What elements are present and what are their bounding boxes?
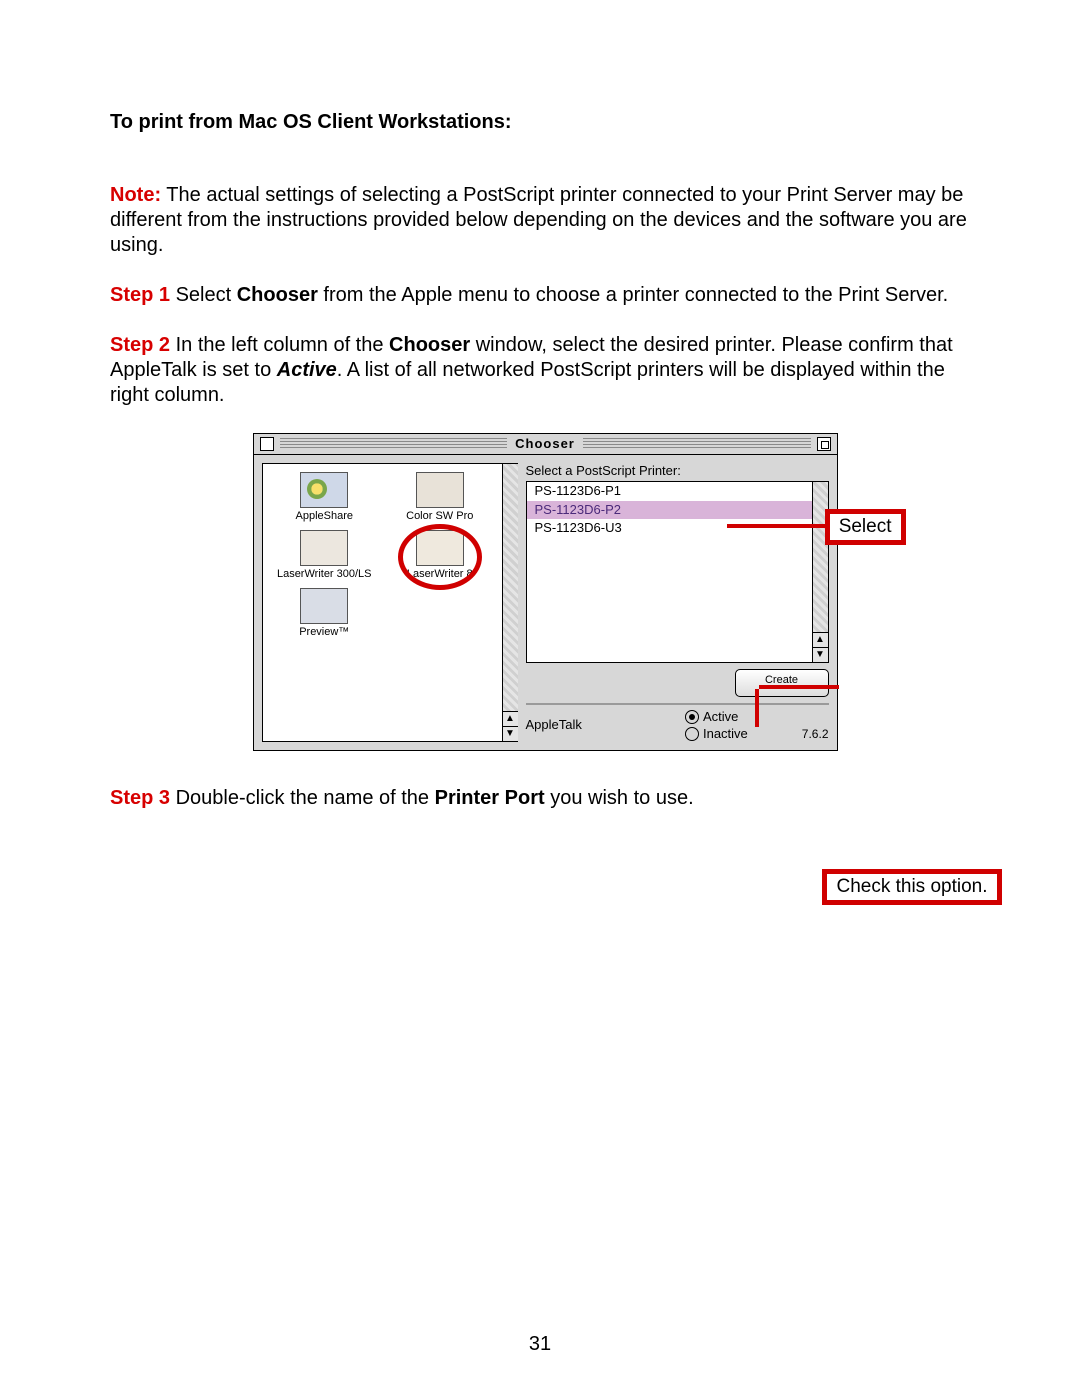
monitor-icon <box>300 588 348 624</box>
document-page: To print from Mac OS Client Workstations… <box>0 0 1080 1397</box>
create-button[interactable]: Create <box>735 669 829 697</box>
chooser-window: Chooser AppleShare Color SW Pro <box>253 433 838 751</box>
step-1-label: Step 1 <box>110 284 170 306</box>
appletalk-active-radio[interactable]: Active <box>685 709 748 725</box>
annotation-check-callout: Check this option. <box>822 869 1001 905</box>
scroll-down-icon[interactable]: ▼ <box>503 726 518 741</box>
printer-icon <box>300 530 348 566</box>
step-2-paragraph: Step 2 In the left column of the Chooser… <box>110 333 980 408</box>
driver-laserwriter-300[interactable]: LaserWriter 300/LS <box>267 528 383 586</box>
left-scrollbar[interactable]: ▲ ▼ <box>502 464 518 741</box>
scroll-up-icon[interactable]: ▲ <box>813 632 828 647</box>
annotation-line <box>727 524 827 528</box>
annotation-line <box>759 685 839 689</box>
step-1-bold-chooser: Chooser <box>237 284 318 306</box>
scroll-up-icon[interactable]: ▲ <box>503 711 518 726</box>
step-3-paragraph: Step 3 Double-click the name of the Prin… <box>110 786 980 811</box>
screenshot-wrapper: Chooser AppleShare Color SW Pro <box>110 433 980 751</box>
note-paragraph: Note: The actual settings of selecting a… <box>110 183 980 258</box>
step-2-bold-chooser: Chooser <box>389 334 470 356</box>
window-title: Chooser <box>507 436 583 452</box>
annotation-line <box>755 689 759 727</box>
titlebar-texture <box>280 438 508 450</box>
close-box-icon[interactable] <box>260 437 274 451</box>
radio-unchecked-icon <box>685 727 699 741</box>
printer-list: PS-1123D6-P1 PS-1123D6-P2 PS-1123D6-U3 ▲… <box>526 481 829 663</box>
printer-icon <box>416 472 464 508</box>
page-number: 31 <box>529 1332 551 1357</box>
printer-pane: Select a PostScript Printer: PS-1123D6-P… <box>526 463 829 742</box>
step-1-paragraph: Step 1 Select Chooser from the Apple men… <box>110 283 980 308</box>
chooser-body: AppleShare Color SW Pro LaserWriter 300/… <box>254 455 837 750</box>
titlebar-texture <box>583 438 811 450</box>
radio-checked-icon <box>685 710 699 724</box>
note-text: The actual settings of selecting a PostS… <box>110 184 967 256</box>
driver-list-pane: AppleShare Color SW Pro LaserWriter 300/… <box>262 463 518 742</box>
printer-list-label: Select a PostScript Printer: <box>526 463 829 481</box>
step-3-label: Step 3 <box>110 787 170 809</box>
window-titlebar: Chooser <box>254 434 837 455</box>
divider <box>526 703 829 705</box>
appletalk-row: AppleTalk Active Inactive 7.6.2 <box>526 709 829 742</box>
annotation-select-callout: Select <box>825 509 906 545</box>
driver-color-sw-pro[interactable]: Color SW Pro <box>382 470 498 528</box>
section-heading: To print from Mac OS Client Workstations… <box>110 110 980 135</box>
step-3-bold-printer-port: Printer Port <box>435 787 545 809</box>
appleshare-icon <box>300 472 348 508</box>
appletalk-inactive-radio[interactable]: Inactive <box>685 726 748 742</box>
printer-item[interactable]: PS-1123D6-P1 <box>527 482 812 500</box>
printer-icon <box>416 530 464 566</box>
step-2-bold-active: Active <box>277 359 337 381</box>
zoom-box-icon[interactable] <box>817 437 831 451</box>
driver-preview[interactable]: Preview™ <box>267 586 383 644</box>
printer-item-selected[interactable]: PS-1123D6-P2 <box>527 501 812 519</box>
driver-appleshare[interactable]: AppleShare <box>267 470 383 528</box>
note-label: Note: <box>110 184 161 206</box>
step-2-label: Step 2 <box>110 334 170 356</box>
appletalk-label: AppleTalk <box>526 717 582 733</box>
scroll-down-icon[interactable]: ▼ <box>813 647 828 662</box>
version-label: 7.6.2 <box>802 727 829 742</box>
driver-laserwriter-8[interactable]: LaserWriter 8 <box>382 528 498 586</box>
